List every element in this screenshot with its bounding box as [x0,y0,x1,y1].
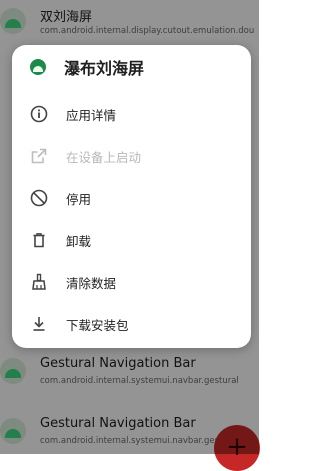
menu-item-uninstall[interactable]: 卸载 [12,220,251,260]
trash-icon [29,230,49,250]
menu-item-app-info[interactable]: 应用详情 [12,94,251,134]
block-icon [29,188,49,208]
app-actions-dialog: 瀑布刘海屏 应用详情 在设备上启动 停用 卸载 清除数据 下载安装包 [12,45,251,348]
info-icon [29,104,49,124]
menu-item-download-apk[interactable]: 下载安装包 [12,304,251,344]
download-icon [29,314,49,334]
menu-item-label: 在设备上启动 [66,150,142,165]
menu-item-disable[interactable]: 停用 [12,178,251,218]
dialog-header: 瀑布刘海屏 [12,45,251,89]
open-in-new-icon [29,146,49,166]
menu-item-label: 应用详情 [66,108,117,123]
menu-item-label: 停用 [66,192,92,207]
android-app-icon [30,59,46,75]
menu-item-label: 下载安装包 [66,318,129,333]
dialog-title: 瀑布刘海屏 [64,59,145,78]
cleaning-icon [29,272,49,292]
menu-item-clear-data[interactable]: 清除数据 [12,262,251,302]
menu-item-launch-on-device[interactable]: 在设备上启动 [12,136,251,176]
menu-item-label: 卸载 [66,234,92,249]
menu-item-label: 清除数据 [66,276,117,291]
